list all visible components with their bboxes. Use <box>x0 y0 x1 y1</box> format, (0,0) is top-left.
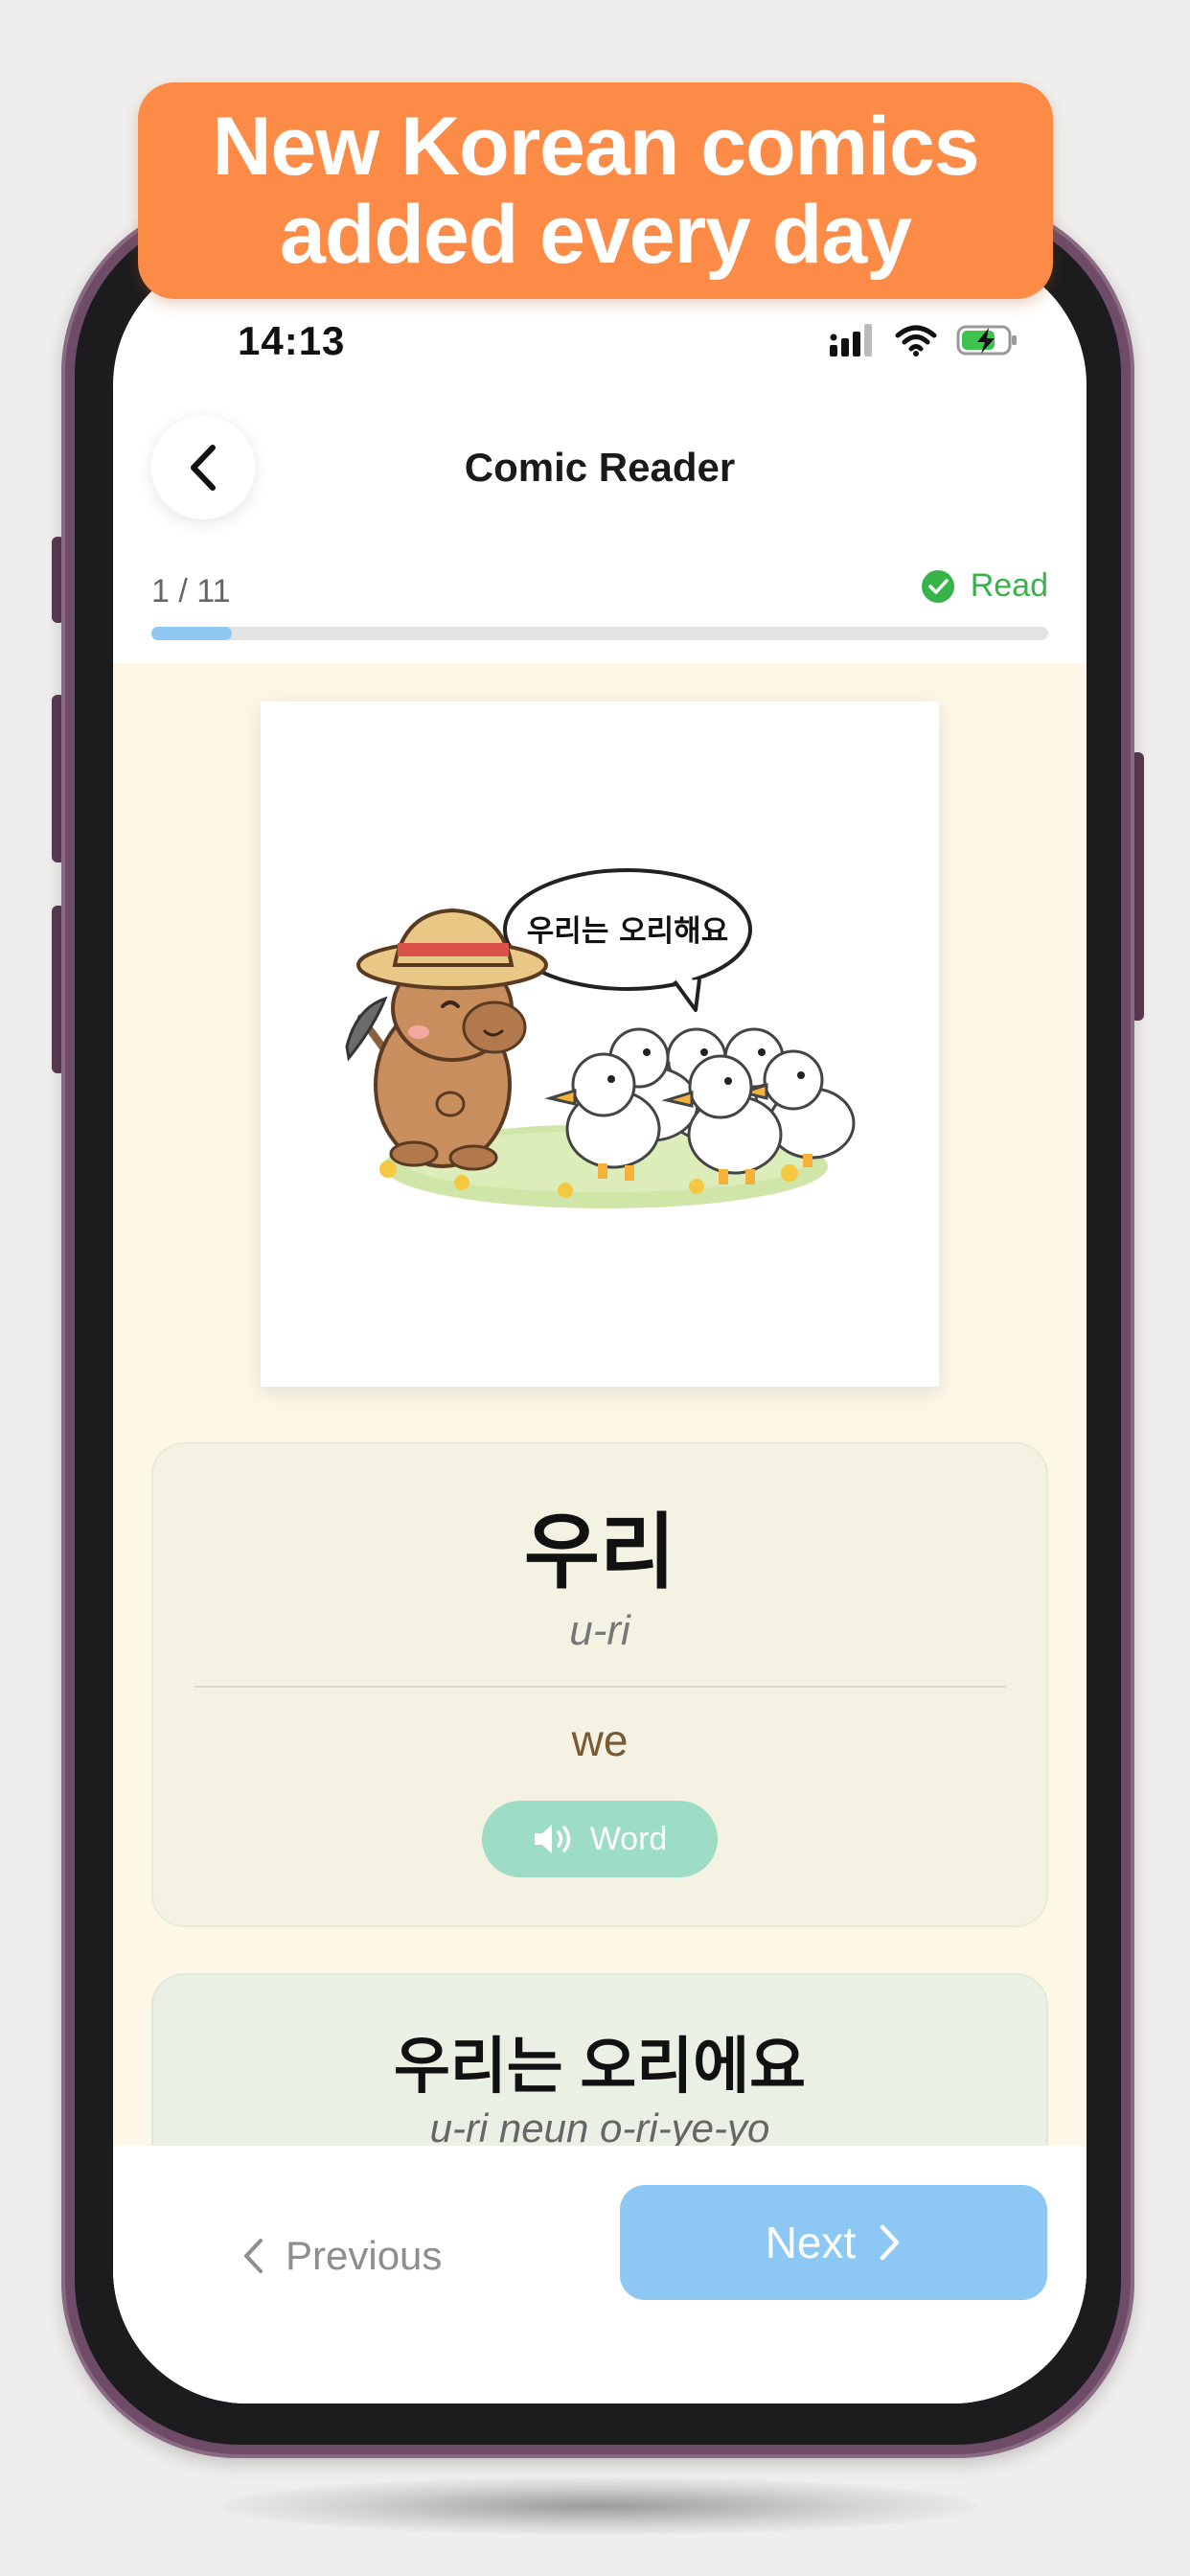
word-card: 우리 u-ri we Word <box>151 1442 1048 1927</box>
phone-shadow <box>220 2477 977 2535</box>
read-status[interactable]: Read <box>921 567 1048 605</box>
page-title: Comic Reader <box>464 445 736 490</box>
next-button[interactable]: Next <box>620 2185 1047 2300</box>
previous-label: Previous <box>286 2233 443 2278</box>
content-area: 우리는 오리해요 우리 u-ri we Word 우리는 오리에요 u-ri n… <box>113 663 1087 2404</box>
bottom-navigation: Previous Next <box>113 2146 1087 2404</box>
sentence-korean: 우리는 오리에요 <box>394 2032 806 2101</box>
app-screen: 14:13 Comic Reader 1 / 11 Read 우리는 오리해요 … <box>113 251 1087 2404</box>
progress-fill <box>151 627 233 640</box>
comic-panel: 우리는 오리해요 <box>261 702 939 1387</box>
word-meaning: we <box>571 1715 629 1765</box>
sentence-romanization: u-ri neun o-ri-ye-yo <box>429 2105 770 2150</box>
word-romanization: u-ri <box>569 1607 630 1654</box>
page-counter: 1 / 11 <box>151 573 231 610</box>
ducks-group <box>544 1027 856 1184</box>
play-word-audio-button[interactable]: Word <box>482 1801 718 1877</box>
cellular-signal-icon <box>830 324 876 361</box>
previous-button[interactable]: Previous <box>241 2218 442 2294</box>
battery-charging-icon <box>956 324 1019 361</box>
banner-line-1: New Korean comics <box>212 101 979 193</box>
chevron-right-icon <box>881 2224 900 2261</box>
comic-illustration: 우리는 오리해요 <box>345 868 856 1208</box>
status-icons <box>830 324 1019 361</box>
wifi-icon <box>895 324 937 361</box>
next-label: Next <box>765 2218 857 2267</box>
read-label: Read <box>970 567 1048 604</box>
promo-banner: New Korean comics added every day <box>138 82 1053 299</box>
speech-bubble-text: 우리는 오리해요 <box>527 914 728 949</box>
progress-bar <box>151 627 1048 640</box>
banner-line-2: added every day <box>279 189 912 281</box>
check-circle-icon <box>921 569 954 603</box>
status-time: 14:13 <box>238 318 346 363</box>
chevron-left-icon <box>244 2239 263 2273</box>
word-divider <box>194 1686 1006 1688</box>
audio-button-label: Word <box>589 1820 668 1857</box>
word-korean: 우리 <box>523 1506 676 1598</box>
speech-bubble: 우리는 오리해요 <box>503 868 752 1012</box>
speaker-icon <box>534 1825 570 1853</box>
